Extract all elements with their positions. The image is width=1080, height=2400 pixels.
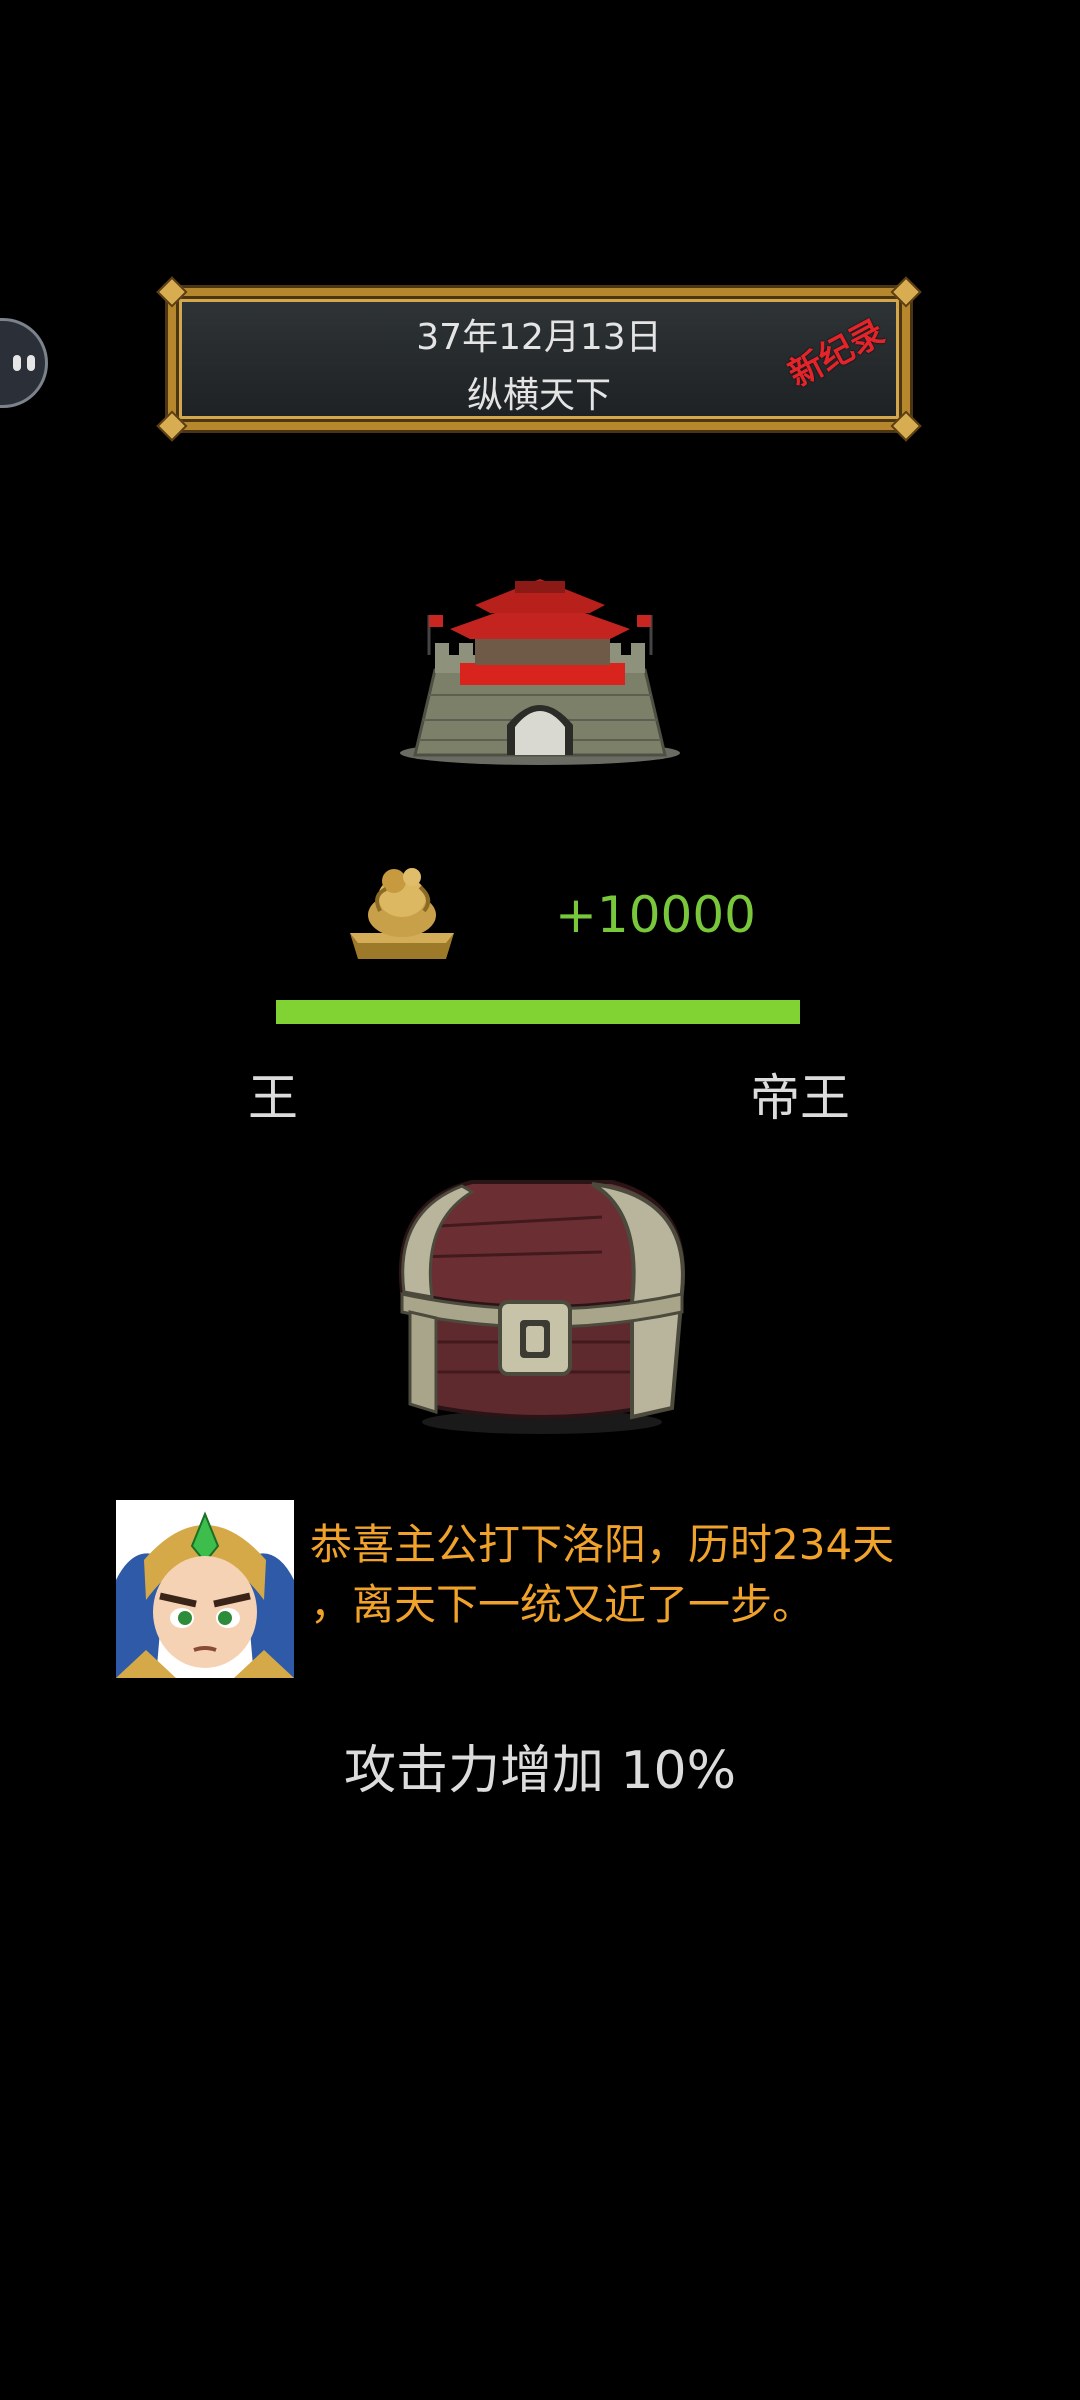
rank-progress-fill	[276, 1000, 800, 1024]
ball-eye-left	[13, 355, 21, 371]
advisor-message-line2: ，离天下一统又近了一步。	[310, 1580, 815, 1629]
assistant-ball-icon[interactable]	[0, 318, 48, 408]
general-portrait-icon	[116, 1500, 294, 1678]
next-rank-label: 帝王	[750, 1069, 850, 1127]
rank-progress-bar	[276, 1000, 800, 1024]
victory-screen: 37年12月13日 纵横天下 新纪录 +10000 王 帝王 恭喜主公打下洛阳，…	[0, 0, 1080, 2400]
banner-corner-ornament	[156, 276, 188, 308]
city-gate-icon	[400, 579, 680, 765]
bonus-text: 攻击力增加 10%	[343, 1741, 737, 1801]
banner-corner-ornament	[890, 276, 922, 308]
ball-eye-right	[27, 355, 35, 371]
result-banner: 37年12月13日 纵横天下 新纪录	[156, 276, 922, 442]
treasure-chest-icon[interactable]	[392, 1172, 692, 1442]
advisor-message: 恭喜主公打下洛阳，历时234天 ，离天下一统又近了一步。	[310, 1515, 950, 1635]
reward-score: +10000	[555, 886, 756, 944]
imperial-seal-icon	[350, 868, 454, 959]
advisor-message-line1: 恭喜主公打下洛阳，历时234天	[310, 1520, 895, 1569]
current-rank-label: 王	[248, 1069, 298, 1127]
